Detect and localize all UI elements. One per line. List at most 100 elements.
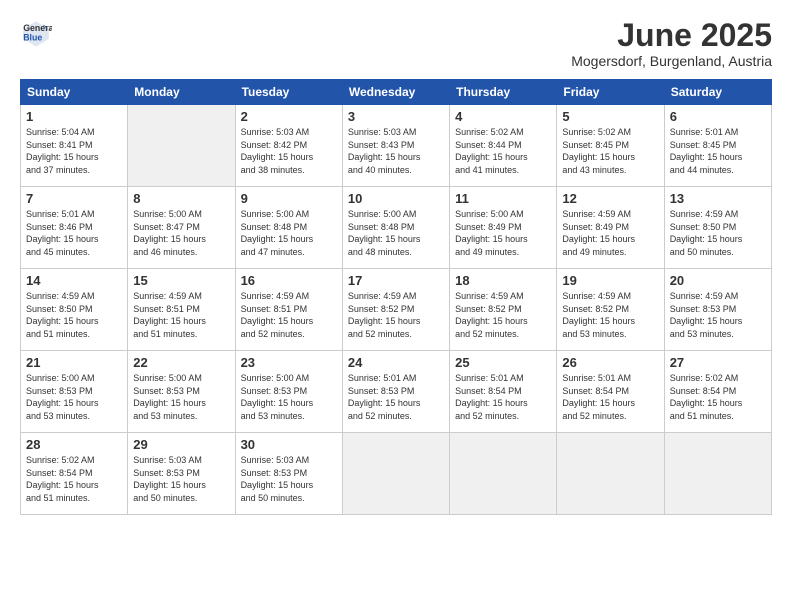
day-info: Sunrise: 5:00 AM Sunset: 8:53 PM Dayligh… [133, 372, 229, 422]
table-row [664, 433, 771, 515]
svg-text:General: General [23, 23, 52, 33]
day-info: Sunrise: 5:03 AM Sunset: 8:53 PM Dayligh… [241, 454, 337, 504]
table-row [557, 433, 664, 515]
day-number: 25 [455, 355, 551, 370]
day-info: Sunrise: 4:59 AM Sunset: 8:51 PM Dayligh… [241, 290, 337, 340]
table-row: 2 Sunrise: 5:03 AM Sunset: 8:42 PM Daylig… [235, 105, 342, 187]
col-tuesday: Tuesday [235, 80, 342, 105]
day-number: 2 [241, 109, 337, 124]
table-row: 17 Sunrise: 4:59 AM Sunset: 8:52 PM Dayli… [342, 269, 449, 351]
col-friday: Friday [557, 80, 664, 105]
table-row: 14 Sunrise: 4:59 AM Sunset: 8:50 PM Dayli… [21, 269, 128, 351]
day-info: Sunrise: 5:00 AM Sunset: 8:53 PM Dayligh… [26, 372, 122, 422]
table-row: 20 Sunrise: 4:59 AM Sunset: 8:53 PM Dayli… [664, 269, 771, 351]
col-saturday: Saturday [664, 80, 771, 105]
day-number: 21 [26, 355, 122, 370]
calendar-week-row: 21 Sunrise: 5:00 AM Sunset: 8:53 PM Dayli… [21, 351, 772, 433]
day-number: 17 [348, 273, 444, 288]
day-number: 23 [241, 355, 337, 370]
table-row: 30 Sunrise: 5:03 AM Sunset: 8:53 PM Dayli… [235, 433, 342, 515]
table-row: 24 Sunrise: 5:01 AM Sunset: 8:53 PM Dayli… [342, 351, 449, 433]
svg-text:Blue: Blue [23, 32, 42, 42]
day-info: Sunrise: 5:03 AM Sunset: 8:42 PM Dayligh… [241, 126, 337, 176]
day-number: 24 [348, 355, 444, 370]
day-number: 5 [562, 109, 658, 124]
day-number: 26 [562, 355, 658, 370]
day-info: Sunrise: 5:01 AM Sunset: 8:54 PM Dayligh… [562, 372, 658, 422]
table-row: 28 Sunrise: 5:02 AM Sunset: 8:54 PM Dayli… [21, 433, 128, 515]
day-number: 15 [133, 273, 229, 288]
table-row [128, 105, 235, 187]
table-row: 22 Sunrise: 5:00 AM Sunset: 8:53 PM Dayli… [128, 351, 235, 433]
calendar-table: Sunday Monday Tuesday Wednesday Thursday… [20, 79, 772, 515]
day-number: 14 [26, 273, 122, 288]
day-number: 18 [455, 273, 551, 288]
day-number: 20 [670, 273, 766, 288]
table-row: 26 Sunrise: 5:01 AM Sunset: 8:54 PM Dayli… [557, 351, 664, 433]
table-row: 18 Sunrise: 4:59 AM Sunset: 8:52 PM Dayli… [450, 269, 557, 351]
day-info: Sunrise: 5:03 AM Sunset: 8:43 PM Dayligh… [348, 126, 444, 176]
day-info: Sunrise: 5:04 AM Sunset: 8:41 PM Dayligh… [26, 126, 122, 176]
table-row [342, 433, 449, 515]
day-info: Sunrise: 4:59 AM Sunset: 8:53 PM Dayligh… [670, 290, 766, 340]
page: General Blue June 2025 Mogersdorf, Burge… [0, 0, 792, 612]
day-number: 11 [455, 191, 551, 206]
table-row: 1 Sunrise: 5:04 AM Sunset: 8:41 PM Daylig… [21, 105, 128, 187]
day-number: 19 [562, 273, 658, 288]
day-info: Sunrise: 4:59 AM Sunset: 8:52 PM Dayligh… [455, 290, 551, 340]
day-info: Sunrise: 5:02 AM Sunset: 8:44 PM Dayligh… [455, 126, 551, 176]
calendar-week-row: 7 Sunrise: 5:01 AM Sunset: 8:46 PM Daylig… [21, 187, 772, 269]
day-info: Sunrise: 5:03 AM Sunset: 8:53 PM Dayligh… [133, 454, 229, 504]
table-row: 16 Sunrise: 4:59 AM Sunset: 8:51 PM Dayli… [235, 269, 342, 351]
day-info: Sunrise: 5:00 AM Sunset: 8:49 PM Dayligh… [455, 208, 551, 258]
day-number: 8 [133, 191, 229, 206]
day-number: 28 [26, 437, 122, 452]
month-title: June 2025 [571, 18, 772, 53]
day-info: Sunrise: 4:59 AM Sunset: 8:52 PM Dayligh… [348, 290, 444, 340]
day-info: Sunrise: 4:59 AM Sunset: 8:51 PM Dayligh… [133, 290, 229, 340]
day-info: Sunrise: 4:59 AM Sunset: 8:50 PM Dayligh… [26, 290, 122, 340]
day-info: Sunrise: 5:01 AM Sunset: 8:46 PM Dayligh… [26, 208, 122, 258]
day-info: Sunrise: 5:02 AM Sunset: 8:45 PM Dayligh… [562, 126, 658, 176]
day-info: Sunrise: 5:01 AM Sunset: 8:53 PM Dayligh… [348, 372, 444, 422]
table-row: 10 Sunrise: 5:00 AM Sunset: 8:48 PM Dayli… [342, 187, 449, 269]
day-number: 13 [670, 191, 766, 206]
day-number: 1 [26, 109, 122, 124]
table-row: 19Sunrise: 4:59 AM Sunset: 8:52 PM Dayli… [557, 269, 664, 351]
day-info: Sunrise: 5:00 AM Sunset: 8:48 PM Dayligh… [348, 208, 444, 258]
day-info: Sunrise: 5:02 AM Sunset: 8:54 PM Dayligh… [26, 454, 122, 504]
col-wednesday: Wednesday [342, 80, 449, 105]
table-row [450, 433, 557, 515]
day-number: 16 [241, 273, 337, 288]
table-row: 27Sunrise: 5:02 AM Sunset: 8:54 PM Dayli… [664, 351, 771, 433]
table-row: 4 Sunrise: 5:02 AM Sunset: 8:44 PM Daylig… [450, 105, 557, 187]
calendar-week-row: 28 Sunrise: 5:02 AM Sunset: 8:54 PM Dayli… [21, 433, 772, 515]
location-title: Mogersdorf, Burgenland, Austria [571, 53, 772, 69]
table-row: 23 Sunrise: 5:00 AM Sunset: 8:53 PM Dayli… [235, 351, 342, 433]
day-info: Sunrise: 5:00 AM Sunset: 8:48 PM Dayligh… [241, 208, 337, 258]
col-thursday: Thursday [450, 80, 557, 105]
table-row: 11 Sunrise: 5:00 AM Sunset: 8:49 PM Dayli… [450, 187, 557, 269]
day-number: 22 [133, 355, 229, 370]
day-number: 7 [26, 191, 122, 206]
table-row: 13Sunrise: 4:59 AM Sunset: 8:50 PM Dayli… [664, 187, 771, 269]
day-number: 30 [241, 437, 337, 452]
day-number: 6 [670, 109, 766, 124]
table-row: 8 Sunrise: 5:00 AM Sunset: 8:47 PM Daylig… [128, 187, 235, 269]
title-block: June 2025 Mogersdorf, Burgenland, Austri… [571, 18, 772, 69]
day-number: 4 [455, 109, 551, 124]
day-info: Sunrise: 5:01 AM Sunset: 8:45 PM Dayligh… [670, 126, 766, 176]
day-info: Sunrise: 5:00 AM Sunset: 8:47 PM Dayligh… [133, 208, 229, 258]
day-info: Sunrise: 5:01 AM Sunset: 8:54 PM Dayligh… [455, 372, 551, 422]
calendar-week-row: 14 Sunrise: 4:59 AM Sunset: 8:50 PM Dayli… [21, 269, 772, 351]
table-row: 3Sunrise: 5:03 AM Sunset: 8:43 PM Daylig… [342, 105, 449, 187]
day-number: 10 [348, 191, 444, 206]
table-row: 9 Sunrise: 5:00 AM Sunset: 8:48 PM Daylig… [235, 187, 342, 269]
table-row: 29Sunrise: 5:03 AM Sunset: 8:53 PM Dayli… [128, 433, 235, 515]
table-row: 21 Sunrise: 5:00 AM Sunset: 8:53 PM Dayli… [21, 351, 128, 433]
day-number: 12 [562, 191, 658, 206]
day-info: Sunrise: 5:00 AM Sunset: 8:53 PM Dayligh… [241, 372, 337, 422]
col-sunday: Sunday [21, 80, 128, 105]
day-number: 9 [241, 191, 337, 206]
table-row: 5 Sunrise: 5:02 AM Sunset: 8:45 PM Daylig… [557, 105, 664, 187]
